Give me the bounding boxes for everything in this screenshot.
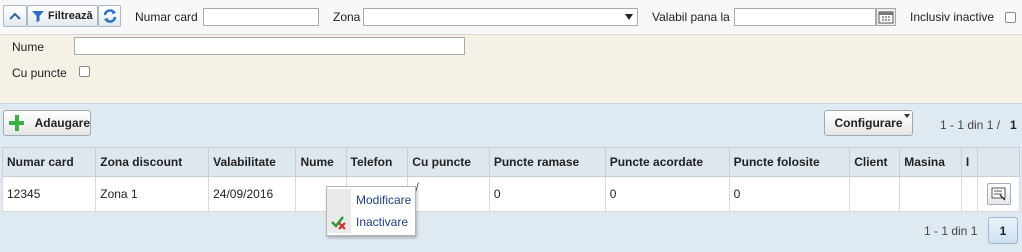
table-header-row: Numar card Zona discount Valabilitate Nu… (1, 147, 1020, 177)
cell-with-points: √ (407, 176, 490, 212)
col-header-name[interactable]: Nume (295, 147, 347, 177)
name-input[interactable] (74, 37, 465, 55)
cell-points-granted: 0 (604, 176, 730, 212)
include-inactive-checkbox[interactable] (1005, 12, 1016, 23)
filter-toolbar: Filtrează Numar card Zona Valabil pana l… (0, 0, 1022, 35)
cell-validity: 24/09/2016 (208, 176, 297, 212)
cell-points-used: 0 (728, 176, 851, 212)
include-inactive-label: Inclusiv inactive (910, 10, 995, 24)
row-actions-icon (991, 187, 1006, 201)
add-button[interactable]: Adaugare (3, 110, 91, 136)
card-number-label: Numar card (135, 10, 198, 24)
deactivate-menu-label: Inactivare (356, 215, 409, 229)
footer-paging-info: 1 - 1 din 1 (924, 224, 978, 238)
cell-car (899, 176, 962, 212)
col-header-points-remaining[interactable]: Puncte ramase (488, 147, 606, 177)
valid-until-label: Valabil pana la (652, 10, 730, 24)
zone-label: Zona (333, 10, 361, 24)
refresh-button[interactable] (98, 5, 121, 27)
check-cross-icon (331, 216, 346, 230)
dropdown-arrow-icon (904, 114, 910, 118)
cell-card-number: 12345 (1, 176, 97, 212)
zone-select[interactable] (363, 8, 638, 26)
col-header-validity[interactable]: Valabilitate (208, 147, 297, 177)
filter-button-label: Filtrează (48, 10, 93, 22)
cell-client (849, 176, 901, 212)
name-label: Nume (12, 40, 45, 54)
dropdown-arrow-icon (625, 14, 633, 20)
page-1-label: 1 (999, 223, 1007, 238)
add-button-label: Adaugare (34, 116, 90, 130)
edit-menu-label: Modificare (356, 193, 412, 207)
col-header-zone[interactable]: Zona discount (95, 147, 210, 177)
col-header-with-points[interactable]: Cu puncte (407, 147, 490, 177)
table-row[interactable]: 12345 Zona 1 24/09/2016 √ 0 0 0 (1, 176, 1020, 212)
calendar-button[interactable] (876, 8, 896, 26)
cell-actions (977, 176, 1020, 212)
cards-table: Numar card Zona discount Valabilitate Nu… (1, 147, 1020, 212)
filter-button[interactable]: Filtrează (27, 5, 98, 27)
plus-icon (9, 115, 24, 131)
filter-panel: Filtrează Numar card Zona Valabil pana l… (0, 0, 1022, 104)
col-header-actions (977, 147, 1020, 177)
valid-until-input[interactable] (734, 8, 876, 26)
row-context-menu: Modificare Inactivare (326, 186, 416, 236)
calendar-icon (878, 11, 894, 24)
cell-i (960, 176, 979, 212)
row-menu-button[interactable] (986, 183, 1011, 205)
funnel-icon (32, 11, 44, 22)
edit-icon-slot (327, 189, 351, 211)
col-header-i[interactable]: I (960, 147, 979, 177)
card-number-input[interactable] (203, 8, 319, 26)
cell-zone: Zona 1 (95, 176, 210, 212)
cell-points-remaining: 0 (488, 176, 606, 212)
refresh-icon (103, 9, 116, 23)
chevron-up-icon (9, 12, 21, 20)
collapse-filter-button[interactable] (3, 5, 27, 27)
configure-button[interactable]: Configurare (824, 110, 913, 136)
col-header-phone[interactable]: Telefon (345, 147, 409, 177)
paging-current-page: 1 (1010, 118, 1017, 132)
edit-menu-item[interactable]: Modificare (327, 189, 415, 211)
page-1-button[interactable]: 1 (988, 217, 1018, 244)
deactivate-menu-item[interactable]: Inactivare (327, 211, 415, 233)
with-points-checkbox[interactable] (79, 66, 90, 77)
col-header-points-used[interactable]: Puncte folosite (728, 147, 851, 177)
configure-button-label: Configurare (834, 116, 903, 130)
col-header-car[interactable]: Masina (899, 147, 962, 177)
col-header-client[interactable]: Client (849, 147, 901, 177)
paging-info: 1 - 1 din 1 / (940, 118, 1001, 132)
col-header-points-granted[interactable]: Puncte acordate (604, 147, 730, 177)
col-header-card-number[interactable]: Numar card (1, 147, 97, 177)
deactivate-icon-slot (327, 211, 351, 233)
with-points-label: Cu puncte (12, 66, 67, 80)
